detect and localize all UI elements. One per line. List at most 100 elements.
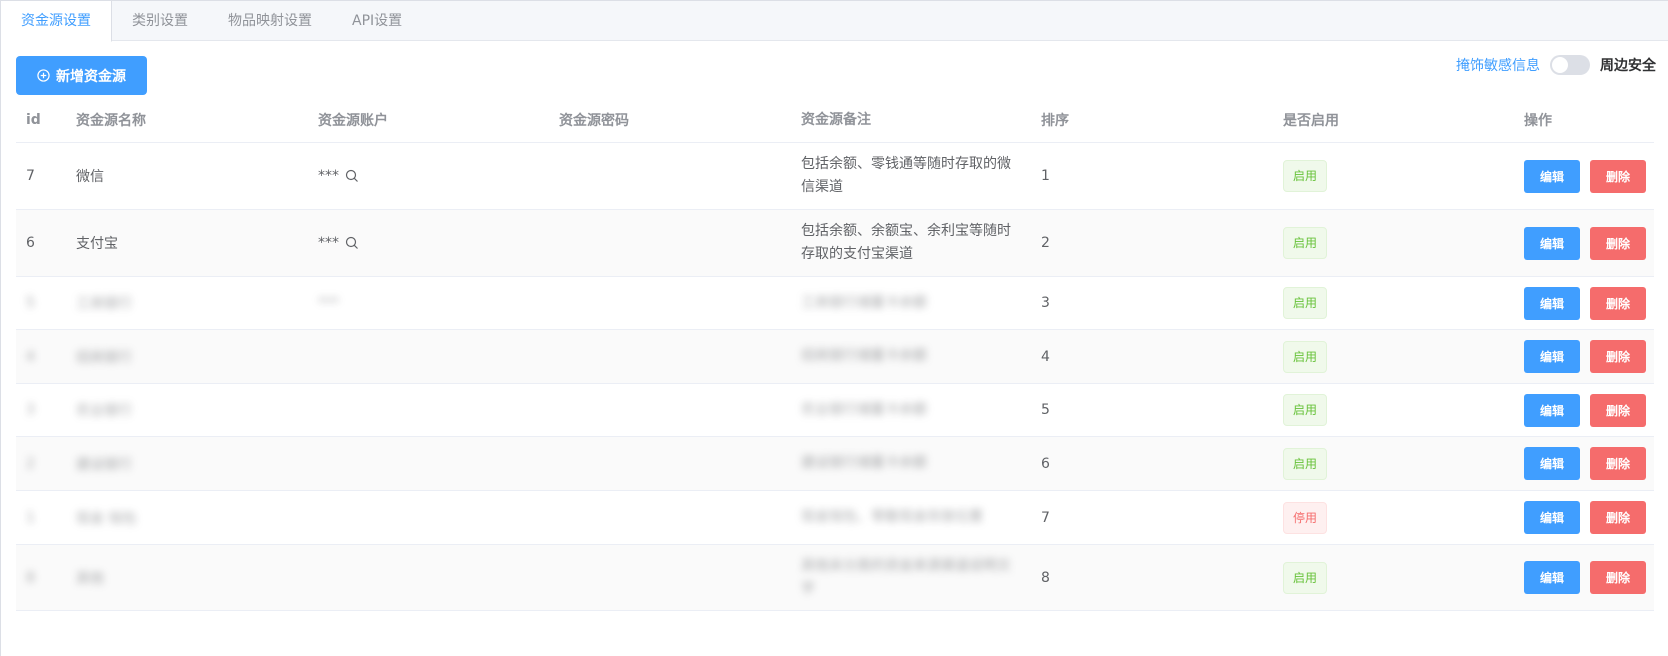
cell-id: 8 xyxy=(26,569,35,586)
add-funding-source-button[interactable]: 新增资金源 xyxy=(16,56,147,95)
edit-button[interactable]: 编辑 xyxy=(1524,340,1580,373)
delete-button[interactable]: 删除 xyxy=(1590,447,1646,480)
header-sort: 排序 xyxy=(1041,113,1069,129)
account-value: *** xyxy=(318,168,339,184)
header-name: 资金源名称 xyxy=(76,113,146,129)
account-value: *** xyxy=(318,295,339,311)
header-enabled: 是否启用 xyxy=(1283,113,1339,129)
table-row: 5 工商银行 *** 工商银行储蓄卡余额 3 启用 编辑 删除 xyxy=(16,277,1654,330)
cell-note: 建设银行储蓄卡余额 xyxy=(801,455,927,471)
cell-actions: 编辑 删除 xyxy=(1514,501,1654,534)
header-note: 资金源备注 xyxy=(801,111,871,128)
header-account: 资金源账户 xyxy=(318,113,388,129)
delete-button[interactable]: 删除 xyxy=(1590,286,1646,320)
edit-button[interactable]: 编辑 xyxy=(1524,159,1580,193)
edit-button[interactable]: 编辑 xyxy=(1524,226,1580,260)
table-row: 2 建设银行 建设银行储蓄卡余额 6 启用 编辑 删除 xyxy=(16,437,1654,491)
delete-button[interactable]: 删除 xyxy=(1590,159,1646,193)
cell-actions: 编辑 删除 xyxy=(1514,447,1654,480)
edit-button[interactable]: 编辑 xyxy=(1524,286,1580,320)
tab-categories[interactable]: 类别设置 xyxy=(112,1,208,41)
cell-enabled: 启用 xyxy=(1273,447,1514,480)
delete-button[interactable]: 删除 xyxy=(1590,393,1646,427)
mask-sensitive-label[interactable]: 掩饰敏感信息 xyxy=(1456,55,1540,75)
cell-sort: 7 xyxy=(1041,509,1050,526)
status-badge: 启用 xyxy=(1283,340,1328,373)
delete-button[interactable]: 删除 xyxy=(1590,501,1646,534)
table-row: 7 微信 *** 包括余额、零钱通等随时存取的微信渠道 1 启用 编辑 删除 xyxy=(16,143,1654,210)
edit-button[interactable]: 编辑 xyxy=(1524,501,1580,534)
cell-enabled: 启用 xyxy=(1273,160,1514,192)
cell-note: 其他未分类的资金来源渠道说明文字 xyxy=(801,557,1011,597)
search-icon[interactable] xyxy=(345,169,359,183)
table-header: id 资金源名称 资金源账户 资金源密码 资金源备注 排序 是否启用 操作 xyxy=(16,98,1654,143)
cell-sort: 3 xyxy=(1041,295,1050,311)
cell-id: 5 xyxy=(26,295,35,311)
cell-note: 包括余额、零钱通等随时存取的微信渠道 xyxy=(801,156,1011,195)
table-row: 8 其他 其他未分类的资金来源渠道说明文字 8 启用 编辑 删除 xyxy=(16,545,1654,611)
cell-enabled: 启用 xyxy=(1273,394,1514,426)
cell-sort: 1 xyxy=(1041,168,1050,184)
table-row: 6 支付宝 *** 包括余额、余额宝、余利宝等随时存取的支付宝渠道 2 启用 编辑 删除 xyxy=(16,210,1654,277)
cell-actions: 编辑 删除 xyxy=(1514,159,1654,193)
cell-sort: 8 xyxy=(1041,569,1050,586)
cell-id: 4 xyxy=(26,348,35,365)
header-actions: 操作 xyxy=(1524,113,1552,129)
table-row: 4 招商银行 招商银行储蓄卡余额 4 启用 编辑 删除 xyxy=(16,330,1654,384)
cell-note: 包括余额、余额宝、余利宝等随时存取的支付宝渠道 xyxy=(801,223,1011,262)
account-value: *** xyxy=(318,235,339,251)
cell-account: *** xyxy=(308,168,549,184)
cell-name: 支付宝 xyxy=(76,236,118,252)
edit-button[interactable]: 编辑 xyxy=(1524,447,1580,480)
add-button-label: 新增资金源 xyxy=(56,68,126,85)
cell-note: 招商银行储蓄卡余额 xyxy=(801,348,927,364)
header-password: 资金源密码 xyxy=(559,113,629,129)
status-badge: 启用 xyxy=(1283,287,1328,319)
status-badge: 启用 xyxy=(1283,447,1328,480)
cell-account: *** xyxy=(308,295,549,311)
cell-note: 现金钱包、零散现金存放位置 xyxy=(801,509,983,525)
table-body: 7 微信 *** 包括余额、零钱通等随时存取的微信渠道 1 启用 编辑 删除 6 支付宝 *** 包括… xyxy=(16,143,1654,611)
mask-sensitive-switch[interactable] xyxy=(1550,55,1590,75)
cell-sort: 2 xyxy=(1041,235,1050,251)
cell-enabled: 启用 xyxy=(1273,227,1514,259)
table-row: 3 农业银行 农业银行储蓄卡余额 5 启用 编辑 删除 xyxy=(16,384,1654,437)
tab-api-settings[interactable]: API设置 xyxy=(332,1,422,41)
cell-id: 7 xyxy=(26,168,35,184)
cell-name: 农业银行 xyxy=(76,403,132,419)
funding-source-table: id 资金源名称 资金源账户 资金源密码 资金源备注 排序 是否启用 操作 7 微… xyxy=(16,98,1654,611)
cell-name: 工商银行 xyxy=(76,296,132,312)
peripheral-security-label: 周边安全 xyxy=(1600,58,1656,74)
tab-item-mapping[interactable]: 物品映射设置 xyxy=(208,1,332,41)
edit-button[interactable]: 编辑 xyxy=(1524,393,1580,427)
delete-button[interactable]: 删除 xyxy=(1590,340,1646,373)
tab-funding-sources[interactable]: 资金源设置 xyxy=(1,1,112,42)
cell-actions: 编辑 删除 xyxy=(1514,286,1654,320)
cell-sort: 6 xyxy=(1041,455,1050,472)
status-badge: 启用 xyxy=(1283,227,1328,259)
edit-button[interactable]: 编辑 xyxy=(1524,561,1580,594)
cell-name: 微信 xyxy=(76,169,104,185)
cell-note: 农业银行储蓄卡余额 xyxy=(801,401,927,418)
cell-id: 3 xyxy=(26,402,35,418)
cell-id: 6 xyxy=(26,235,35,251)
header-id: id xyxy=(26,112,41,128)
cell-sort: 4 xyxy=(1041,348,1050,365)
delete-button[interactable]: 删除 xyxy=(1590,226,1646,260)
account-masked: *** xyxy=(318,168,359,184)
search-icon[interactable] xyxy=(345,236,359,250)
cell-actions: 编辑 删除 xyxy=(1514,561,1654,594)
cell-name: 招商银行 xyxy=(76,349,132,366)
cell-actions: 编辑 删除 xyxy=(1514,340,1654,373)
status-badge: 启用 xyxy=(1283,160,1328,192)
delete-button[interactable]: 删除 xyxy=(1590,561,1646,594)
cell-account: *** xyxy=(308,235,549,251)
table-row: 1 现金 钱包 现金钱包、零散现金存放位置 7 停用 编辑 删除 xyxy=(16,491,1654,545)
cell-name: 建设银行 xyxy=(76,456,132,473)
cell-enabled: 启用 xyxy=(1273,287,1514,319)
cell-sort: 5 xyxy=(1041,402,1050,418)
account-masked: *** xyxy=(318,235,359,251)
cell-name: 其他 xyxy=(76,570,104,587)
cell-enabled: 启用 xyxy=(1273,561,1514,594)
cell-actions: 编辑 删除 xyxy=(1514,393,1654,427)
